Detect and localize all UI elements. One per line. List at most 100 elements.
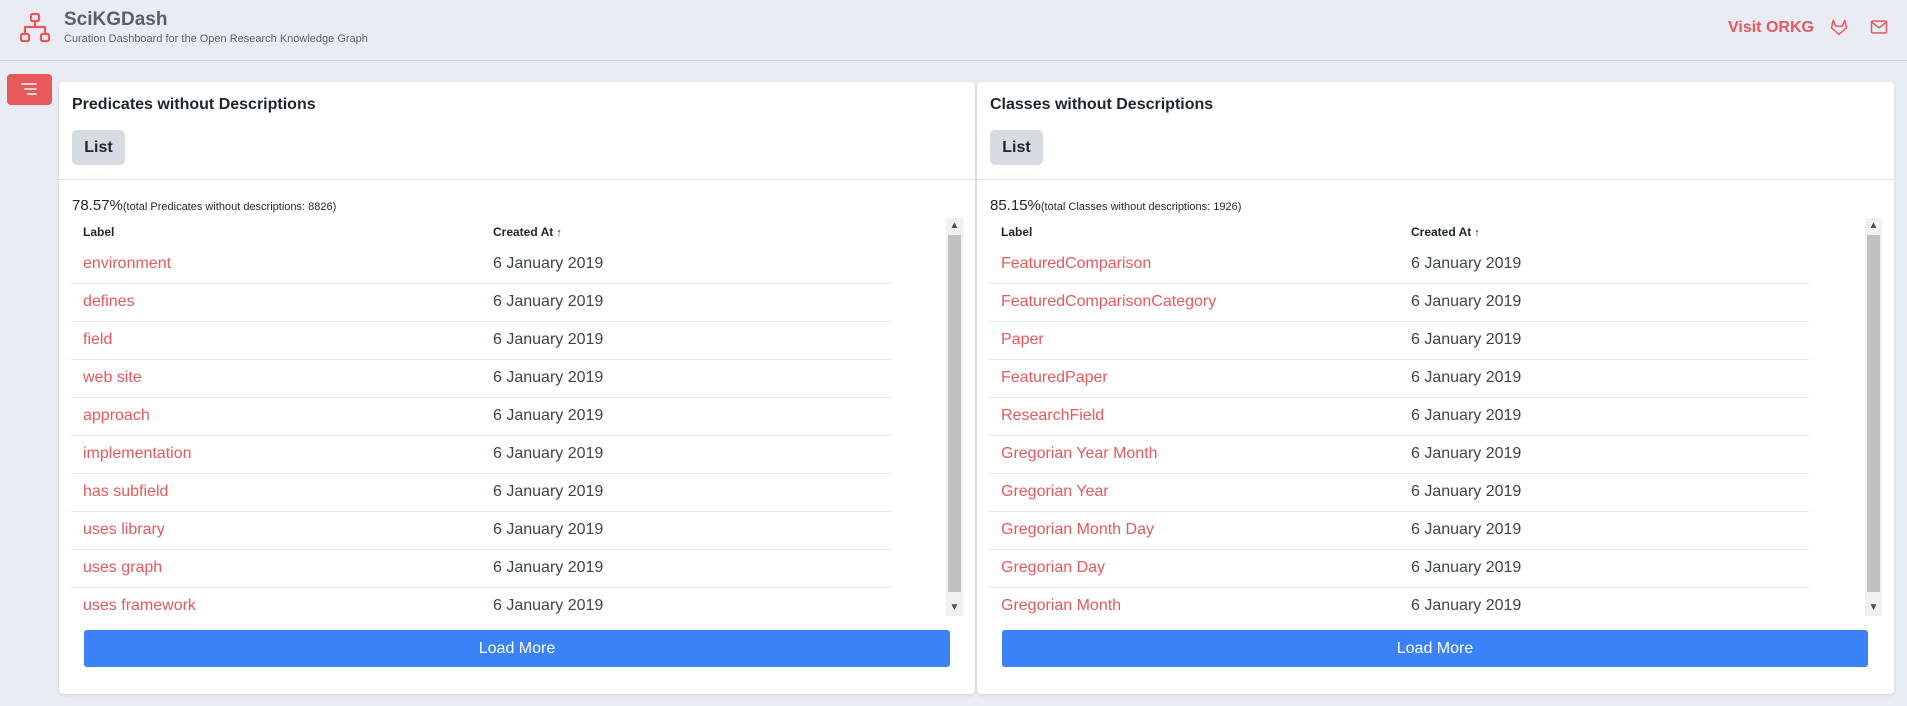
scroll-up-arrow-icon[interactable]: ▲ [1865,218,1882,234]
row-date: 6 January 2019 [1411,559,1522,576]
app-header: SciKGDash Curation Dashboard for the Ope… [0,0,1907,61]
table-row: FeaturedComparisonCategory 6 January 2019 [989,284,1809,322]
column-header-created-text: Created At [1411,225,1472,239]
scroll-down-arrow-icon[interactable]: ▼ [1865,600,1882,616]
row-label-link[interactable]: uses graph [83,559,162,577]
scroll-thumb[interactable] [1867,235,1880,592]
gitlab-icon[interactable] [1829,17,1851,39]
table-row: ResearchField 6 January 2019 [989,398,1809,436]
table-row: uses graph 6 January 2019 [71,550,891,588]
row-date: 6 January 2019 [1411,597,1522,614]
panel-header: Predicates without Descriptions List [59,82,975,180]
load-more-button[interactable]: Load More [1002,630,1868,667]
sort-arrow-up-icon: ↑ [1474,227,1480,239]
column-header-created-at[interactable]: Created At ↑ [493,225,562,239]
table-row: has subfield 6 January 2019 [71,474,891,512]
table-row: FeaturedPaper 6 January 2019 [989,360,1809,398]
row-label-link[interactable]: approach [83,407,150,425]
load-more-button[interactable]: Load More [84,630,950,667]
table-row: environment 6 January 2019 [71,246,891,284]
stat-line: 85.15%(total Classes without description… [990,197,1241,215]
list-button[interactable]: List [990,130,1043,165]
classes-table[interactable]: Label Created At ↑ FeaturedComparison 6 Ja… [989,218,1809,616]
row-label-link[interactable]: FeaturedComparisonCategory [1001,293,1216,311]
stat-percent: 78.57% [72,197,123,214]
table-row: FeaturedComparison 6 January 2019 [989,246,1809,284]
table-row: Gregorian Day 6 January 2019 [989,550,1809,588]
row-label-link[interactable]: defines [83,293,135,311]
row-date: 6 January 2019 [493,369,604,386]
row-date: 6 January 2019 [1411,445,1522,462]
row-date: 6 January 2019 [493,521,604,538]
predicates-panel: Predicates without Descriptions List 78.… [59,82,975,694]
mail-icon[interactable] [1869,17,1891,39]
sitemap-icon[interactable] [19,12,51,44]
row-date: 6 January 2019 [493,483,604,500]
stat-percent: 85.15% [990,197,1041,214]
row-label-link[interactable]: environment [83,255,171,273]
row-date: 6 January 2019 [493,255,604,272]
column-header-created-at[interactable]: Created At ↑ [1411,225,1480,239]
row-label-link[interactable]: has subfield [83,483,168,501]
table-row: approach 6 January 2019 [71,398,891,436]
predicates-table[interactable]: Label Created At ↑ environment 6 January 2… [71,218,891,616]
row-label-link[interactable]: web site [83,369,142,387]
column-header-label[interactable]: Label [1001,225,1032,239]
scroll-down-arrow-icon[interactable]: ▼ [946,600,963,616]
row-date: 6 January 2019 [1411,483,1522,500]
list-button[interactable]: List [72,130,125,165]
table-rows: FeaturedComparison 6 January 2019 Feature… [989,246,1809,616]
table-row: Gregorian Year 6 January 2019 [989,474,1809,512]
row-label-link[interactable]: FeaturedPaper [1001,369,1108,387]
table-row: Gregorian Month Day 6 January 2019 [989,512,1809,550]
row-date: 6 January 2019 [493,293,604,310]
stat-note: (total Predicates without descriptions: … [122,201,337,213]
table-row: web site 6 January 2019 [71,360,891,398]
column-header-label[interactable]: Label [83,225,114,239]
row-label-link[interactable]: FeaturedComparison [1001,255,1151,273]
stat-note: (total Classes without descriptions: 192… [1040,201,1242,213]
table-scrollbar[interactable]: ▲ ▼ [946,218,963,616]
table-row: Gregorian Year Month 6 January 2019 [989,436,1809,474]
table-row: field 6 January 2019 [71,322,891,360]
row-date: 6 January 2019 [1411,331,1522,348]
stat-line: 78.57%(total Predicates without descript… [72,197,336,215]
sort-arrow-up-icon: ↑ [556,227,562,239]
menu-toggle-button[interactable] [7,74,52,105]
row-label-link[interactable]: Paper [1001,331,1044,349]
row-label-link[interactable]: Gregorian Year Month [1001,445,1158,463]
table-row: defines 6 January 2019 [71,284,891,322]
row-date: 6 January 2019 [1411,255,1522,272]
row-label-link[interactable]: field [83,331,112,349]
row-label-link[interactable]: uses framework [83,597,196,615]
panel-title: Predicates without Descriptions [72,96,316,113]
row-date: 6 January 2019 [1411,407,1522,424]
row-date: 6 January 2019 [1411,369,1522,386]
row-date: 6 January 2019 [1411,521,1522,538]
row-date: 6 January 2019 [493,597,604,614]
row-label-link[interactable]: implementation [83,445,192,463]
table-row: Gregorian Month 6 January 2019 [989,588,1809,616]
table-scrollbar[interactable]: ▲ ▼ [1865,218,1882,616]
panel-header: Classes without Descriptions List [977,82,1894,180]
scroll-thumb[interactable] [948,235,961,592]
table-row: Paper 6 January 2019 [989,322,1809,360]
table-row: implementation 6 January 2019 [71,436,891,474]
classes-panel: Classes without Descriptions List 85.15%… [977,82,1894,694]
row-date: 6 January 2019 [493,407,604,424]
row-label-link[interactable]: Gregorian Day [1001,559,1105,577]
row-label-link[interactable]: Gregorian Month [1001,597,1121,615]
row-label-link[interactable]: ResearchField [1001,407,1104,425]
row-date: 6 January 2019 [493,559,604,576]
panel-title: Classes without Descriptions [990,96,1214,113]
visit-orkg-link[interactable]: Visit ORKG [1728,19,1814,37]
row-date: 6 January 2019 [493,331,604,348]
row-label-link[interactable]: uses library [83,521,165,539]
row-label-link[interactable]: Gregorian Month Day [1001,521,1154,539]
app-title[interactable]: SciKGDash [64,9,167,31]
table-row: uses library 6 January 2019 [71,512,891,550]
scroll-up-arrow-icon[interactable]: ▲ [946,218,963,234]
row-date: 6 January 2019 [493,445,604,462]
column-header-created-text: Created At [493,225,554,239]
row-label-link[interactable]: Gregorian Year [1001,483,1109,501]
